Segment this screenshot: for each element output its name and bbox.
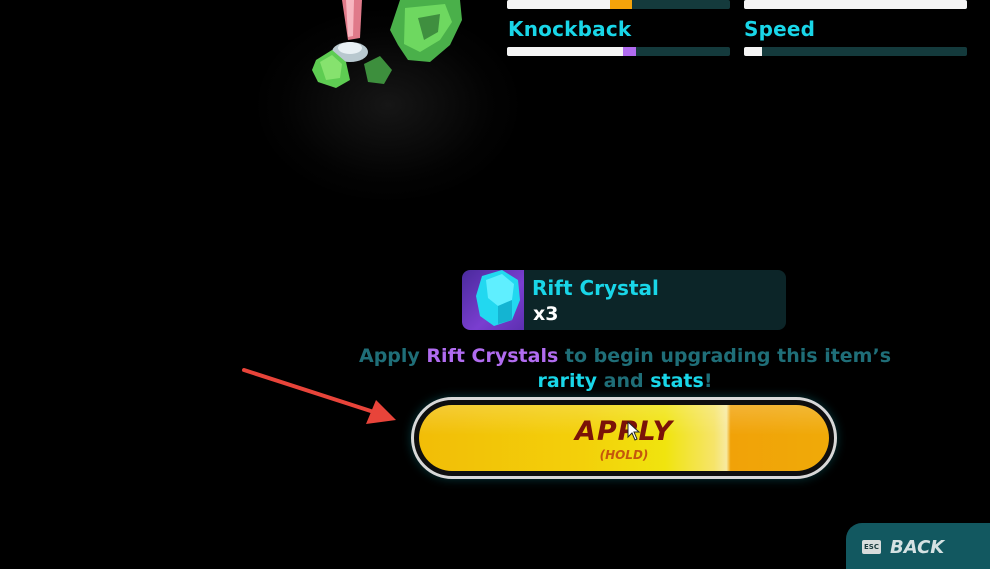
instructions-text-3: and bbox=[597, 370, 651, 392]
apply-button[interactable]: APPLY (HOLD) bbox=[411, 397, 837, 479]
knockback-label: Knockback bbox=[508, 17, 632, 41]
apply-button-fill: APPLY (HOLD) bbox=[419, 405, 829, 471]
weapon-preview-icon bbox=[312, 0, 462, 88]
mouse-cursor-icon bbox=[627, 421, 641, 441]
apply-label: APPLY bbox=[574, 416, 674, 447]
instructions-highlight-crystals: Rift Crystals bbox=[426, 345, 559, 367]
speed-bar bbox=[744, 47, 967, 56]
instructions-highlight-stats: stats bbox=[650, 370, 704, 392]
rift-crystal-card[interactable]: Rift Crystal x3 bbox=[462, 270, 786, 330]
knockback-bar bbox=[507, 47, 730, 56]
upgrade-instructions: Apply Rift Crystals to begin upgrading t… bbox=[350, 344, 900, 394]
instructions-text-2: to begin upgrading this item’s bbox=[558, 345, 891, 367]
crystal-name: Rift Crystal bbox=[532, 276, 659, 300]
speed-label: Speed bbox=[744, 17, 816, 41]
stat-bar-left-top bbox=[507, 0, 730, 9]
back-label: BACK bbox=[890, 537, 945, 558]
instructions-text-4: ! bbox=[703, 370, 713, 392]
rift-crystal-icon bbox=[476, 270, 520, 326]
back-button[interactable]: ESC BACK bbox=[846, 523, 990, 569]
instructions-highlight-rarity: rarity bbox=[537, 370, 598, 392]
apply-hold-hint: (HOLD) bbox=[599, 448, 649, 462]
crystal-count: x3 bbox=[533, 303, 559, 325]
stat-bar-right-top bbox=[744, 0, 967, 9]
red-arrow-icon bbox=[242, 368, 396, 424]
esc-key-icon: ESC bbox=[862, 540, 881, 554]
